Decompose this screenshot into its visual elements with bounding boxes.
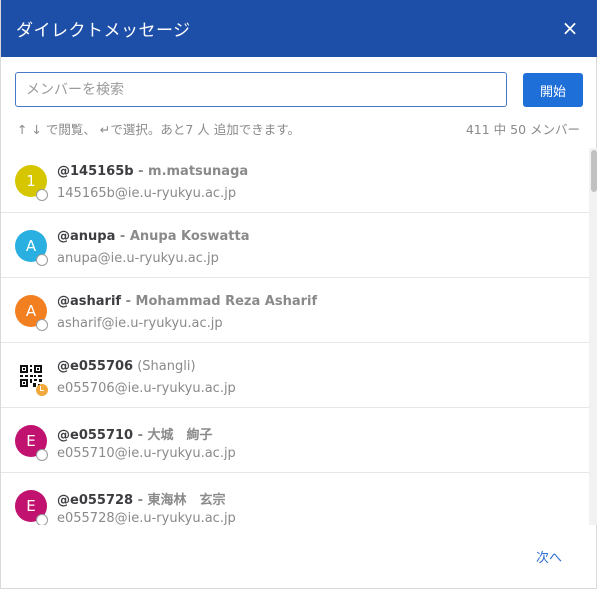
member-fullname: (Shangli) <box>133 359 196 374</box>
member-username: @asharif <box>57 294 122 309</box>
member-row[interactable]: A @anupa - Anupa Koswatta anupa@ie.u-ryu… <box>1 213 589 278</box>
member-fullname: - Anupa Koswatta <box>115 229 250 244</box>
member-search-input[interactable] <box>15 72 507 107</box>
member-row[interactable]: 1 @145165b - m.matsunaga 145165b@ie.u-ry… <box>1 148 589 213</box>
member-row[interactable]: @e055706 (Shangli) e055706@ie.u-ryukyu.a… <box>1 343 589 408</box>
member-name-line: @e055728 - 東海林 玄宗 <box>57 489 226 508</box>
member-email: 145165b@ie.u-ryukyu.ac.jp <box>57 186 237 201</box>
status-away-icon <box>36 384 48 396</box>
direct-message-dialog: ダイレクトメッセージ × 開始 ↑ ↓ で閲覧、 ↵で選択。あと7 人 追加でき… <box>0 0 597 589</box>
start-button[interactable]: 開始 <box>523 73 583 107</box>
next-page-link[interactable]: 次へ <box>536 547 562 566</box>
member-fullname: - 大城 絢子 <box>133 428 213 443</box>
member-row[interactable]: E @e055710 - 大城 絢子 e055710@ie.u-ryukyu.a… <box>1 408 589 473</box>
status-offline-icon <box>36 514 48 525</box>
member-email: asharif@ie.u-ryukyu.ac.jp <box>57 316 223 331</box>
member-username: @anupa <box>57 229 116 244</box>
status-offline-icon <box>36 189 48 201</box>
scrollbar-track[interactable] <box>589 148 597 525</box>
scrollbar-thumb[interactable] <box>591 150 597 192</box>
member-name-line: @anupa - Anupa Koswatta <box>57 229 250 244</box>
member-name-line: @145165b - m.matsunaga <box>57 164 248 179</box>
member-email: anupa@ie.u-ryukyu.ac.jp <box>57 251 219 266</box>
member-fullname: - Mohammad Reza Asharif <box>121 294 318 309</box>
member-fullname: - m.matsunaga <box>133 164 249 179</box>
status-offline-icon <box>36 449 48 461</box>
member-row[interactable]: A @asharif - Mohammad Reza Asharif ashar… <box>1 278 589 343</box>
member-email: e055710@ie.u-ryukyu.ac.jp <box>57 446 236 461</box>
member-username: @e055710 <box>57 428 134 443</box>
member-username: @e055706 <box>57 359 134 374</box>
keyboard-hint: ↑ ↓ で閲覧、 ↵で選択。あと7 人 追加できます。 <box>17 122 300 137</box>
close-icon[interactable]: × <box>560 17 580 39</box>
member-fullname: - 東海林 玄宗 <box>133 493 226 508</box>
member-username: @e055728 <box>57 493 134 508</box>
member-count: 411 中 50 メンバー <box>465 122 580 137</box>
member-name-line: @e055710 - 大城 絢子 <box>57 424 213 443</box>
member-email: e055706@ie.u-ryukyu.ac.jp <box>57 381 236 396</box>
member-username: @145165b <box>57 164 134 179</box>
status-offline-icon <box>36 319 48 331</box>
status-offline-icon <box>36 254 48 266</box>
member-row[interactable]: E @e055728 - 東海林 玄宗 e055728@ie.u-ryukyu.… <box>1 473 589 525</box>
member-email: e055728@ie.u-ryukyu.ac.jp <box>57 511 236 525</box>
dialog-header: ダイレクトメッセージ × <box>1 0 597 57</box>
member-list: 1 @145165b - m.matsunaga 145165b@ie.u-ry… <box>1 148 589 525</box>
member-name-line: @e055706 (Shangli) <box>57 359 196 374</box>
dialog-title: ダイレクトメッセージ <box>16 21 191 41</box>
member-name-line: @asharif - Mohammad Reza Asharif <box>57 294 317 309</box>
